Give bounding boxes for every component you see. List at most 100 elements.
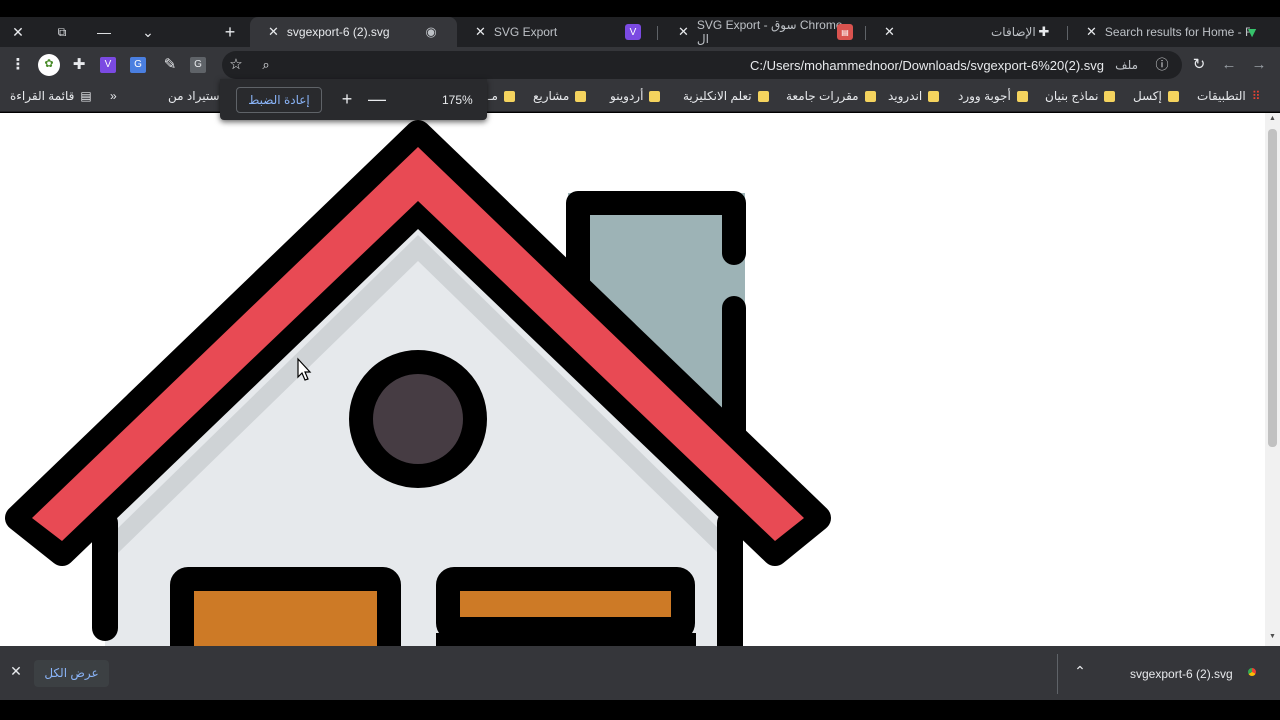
back-arrow-icon[interactable]: ←: [1219, 55, 1239, 75]
flaticon-favicon-icon: ▼: [1245, 24, 1259, 40]
globe-icon: ◉: [425, 24, 437, 39]
bookmark-folder-0[interactable]: إكسل: [1133, 89, 1179, 103]
tab-strip: ✕ ⧉ — ⌄ + ✕ svgexport-6 (2).svg ◉ ✕ SVG …: [0, 17, 1280, 47]
tab-extensions[interactable]: ✕ الإضافات ✚: [866, 17, 1066, 47]
tab-search-results[interactable]: ✕ Search results for Home - Fla ▼: [1068, 17, 1280, 47]
tab-chrome-store[interactable]: ✕ SVG Export - سوق Chrome ال ▤: [660, 17, 865, 47]
round-window: [349, 350, 487, 488]
browser-window: ✕ ⧉ — ⌄ + ✕ svgexport-6 (2).svg ◉ ✕ SVG …: [0, 0, 1280, 720]
reading-list-icon: ▤: [80, 89, 92, 103]
bookmark-label: مقررات جامعة: [786, 89, 859, 103]
reload-icon[interactable]: ↻: [1189, 55, 1209, 75]
svg-export-extension-icon[interactable]: V: [100, 57, 116, 73]
close-tab-icon[interactable]: ✕: [1086, 24, 1097, 40]
bookmarks-bar: قائمة القراءة ▤ » استيراد من IE مـ مشاري…: [0, 83, 1280, 112]
close-tab-icon[interactable]: ✕: [268, 24, 279, 40]
url-text[interactable]: C:/Users/mohammednoor/Downloads/svgexpor…: [750, 58, 1104, 73]
menu-kebab-icon[interactable]: ⋮: [8, 55, 28, 75]
bookmark-folder-6[interactable]: أردوينو: [610, 89, 661, 103]
reading-list-button[interactable]: قائمة القراءة ▤: [10, 89, 92, 103]
extensions-puzzle-icon[interactable]: ✚: [69, 55, 89, 75]
folder-icon: [1016, 90, 1028, 102]
bookmark-folder-1[interactable]: نماذج بنيان: [1045, 89, 1116, 103]
folder-icon: [757, 90, 769, 102]
house-svg-image: [5, 120, 831, 646]
bookmark-label: تعلم الانكليزية: [683, 89, 752, 103]
bookmark-label: اندرويد: [888, 89, 923, 103]
bookmark-folder-2[interactable]: أجوبة وورد: [958, 89, 1028, 103]
tab-label: الإضافات: [991, 25, 1036, 39]
download-filename[interactable]: svgexport-6 (2).svg: [1130, 667, 1233, 681]
zoom-magnifier-icon[interactable]: ⌕: [256, 55, 276, 75]
zoom-popup: إعادة الضبط + — 175%: [220, 79, 487, 120]
close-tab-icon[interactable]: ✕: [884, 24, 895, 40]
bookmark-label: مشاريع: [533, 89, 570, 103]
download-divider: [1057, 654, 1058, 694]
bookmark-folder-7[interactable]: مشاريع: [533, 89, 587, 103]
scroll-up-arrow-icon[interactable]: ▲: [1268, 115, 1277, 122]
tab-label: Search results for Home - Fla: [1104, 25, 1250, 39]
profile-avatar[interactable]: ✿: [38, 54, 60, 76]
tab-label: SVG Export - سوق Chrome ال: [696, 18, 843, 46]
folder-icon: [575, 90, 587, 102]
bookmark-folder-8[interactable]: مـ: [488, 89, 515, 103]
info-icon[interactable]: ⓘ: [1152, 55, 1172, 75]
translate-extension-icon[interactable]: G: [130, 57, 146, 73]
tab-search-dropdown[interactable]: ⌄: [138, 23, 158, 41]
tab-svgexport-file[interactable]: ✕ svgexport-6 (2).svg ◉: [250, 17, 457, 47]
apps-label: التطبيقات: [1197, 89, 1246, 103]
apps-shortcut[interactable]: التطبيقات ⠿: [1197, 89, 1261, 103]
zoom-in-button[interactable]: +: [337, 88, 357, 110]
bookmark-star-icon[interactable]: ☆: [226, 55, 246, 75]
bookmark-folder-4[interactable]: مقررات جامعة: [786, 89, 876, 103]
chrome-file-icon: [1245, 665, 1259, 679]
bookmark-label: إكسل: [1133, 89, 1162, 103]
lower-window-left: [170, 567, 401, 646]
reading-list-label: قائمة القراءة: [10, 89, 75, 103]
folder-icon: [864, 90, 876, 102]
download-options-chevron-icon[interactable]: ⌃: [1070, 663, 1090, 680]
tab-label: SVG Export: [493, 25, 558, 39]
site-info-label[interactable]: ملف: [1115, 58, 1138, 72]
puzzle-icon: ✚: [1038, 24, 1050, 39]
page-content: [0, 113, 1265, 646]
tab-separator: [657, 26, 658, 40]
new-tab-button[interactable]: +: [220, 23, 240, 41]
close-window-button[interactable]: ✕: [8, 23, 28, 41]
bookmark-folder-3[interactable]: اندرويد: [888, 89, 940, 103]
bookmarks-overflow-button[interactable]: »: [110, 89, 117, 103]
browser-toolbar: ⋮ ✿ ✚ V G ✎ G ☆ ⌕ C:/Users/mohammednoor/…: [0, 47, 1280, 83]
restore-window-button[interactable]: ⧉: [52, 23, 72, 41]
bookmark-label: نماذج بنيان: [1045, 89, 1099, 103]
close-tab-icon[interactable]: ✕: [475, 24, 486, 40]
svg-export-favicon-icon: V: [625, 24, 641, 40]
tab-svg-export[interactable]: ✕ SVG Export V: [457, 17, 657, 47]
bookmark-folder-5[interactable]: تعلم الانكليزية: [683, 89, 769, 103]
folder-icon: [1104, 90, 1116, 102]
zoom-reset-button[interactable]: إعادة الضبط: [236, 87, 322, 113]
address-bar[interactable]: ☆ ⌕ C:/Users/mohammednoor/Downloads/svge…: [222, 51, 1182, 79]
top-letterbox: [0, 0, 1280, 17]
lower-window-right: [436, 567, 696, 646]
folder-icon: [649, 90, 661, 102]
more-chevron-icon: »: [110, 89, 117, 103]
bookmark-label: مـ: [488, 89, 498, 103]
tab-label: svgexport-6 (2).svg: [286, 25, 390, 39]
close-download-shelf-button[interactable]: ✕: [8, 663, 24, 680]
scroll-down-arrow-icon[interactable]: ▼: [1268, 633, 1277, 640]
pen-extension-icon[interactable]: ✎: [160, 55, 180, 75]
vertical-scrollbar[interactable]: ▲ ▼: [1265, 113, 1280, 646]
bookmark-label: أردوينو: [610, 89, 644, 103]
forward-arrow-icon[interactable]: →: [1249, 55, 1269, 75]
folder-icon: [928, 90, 940, 102]
chrome-web-store-icon: ▤: [837, 24, 853, 40]
close-tab-icon[interactable]: ✕: [678, 24, 689, 40]
folder-icon: [1167, 90, 1179, 102]
bookmark-label: أجوبة وورد: [958, 89, 1011, 103]
bottom-letterbox: [0, 700, 1280, 720]
minimize-window-button[interactable]: —: [94, 23, 114, 41]
grammar-extension-icon[interactable]: G: [190, 57, 206, 73]
scrollbar-thumb[interactable]: [1268, 129, 1277, 447]
show-all-downloads-button[interactable]: عرض الكل: [34, 660, 109, 687]
zoom-out-button[interactable]: —: [367, 88, 387, 110]
